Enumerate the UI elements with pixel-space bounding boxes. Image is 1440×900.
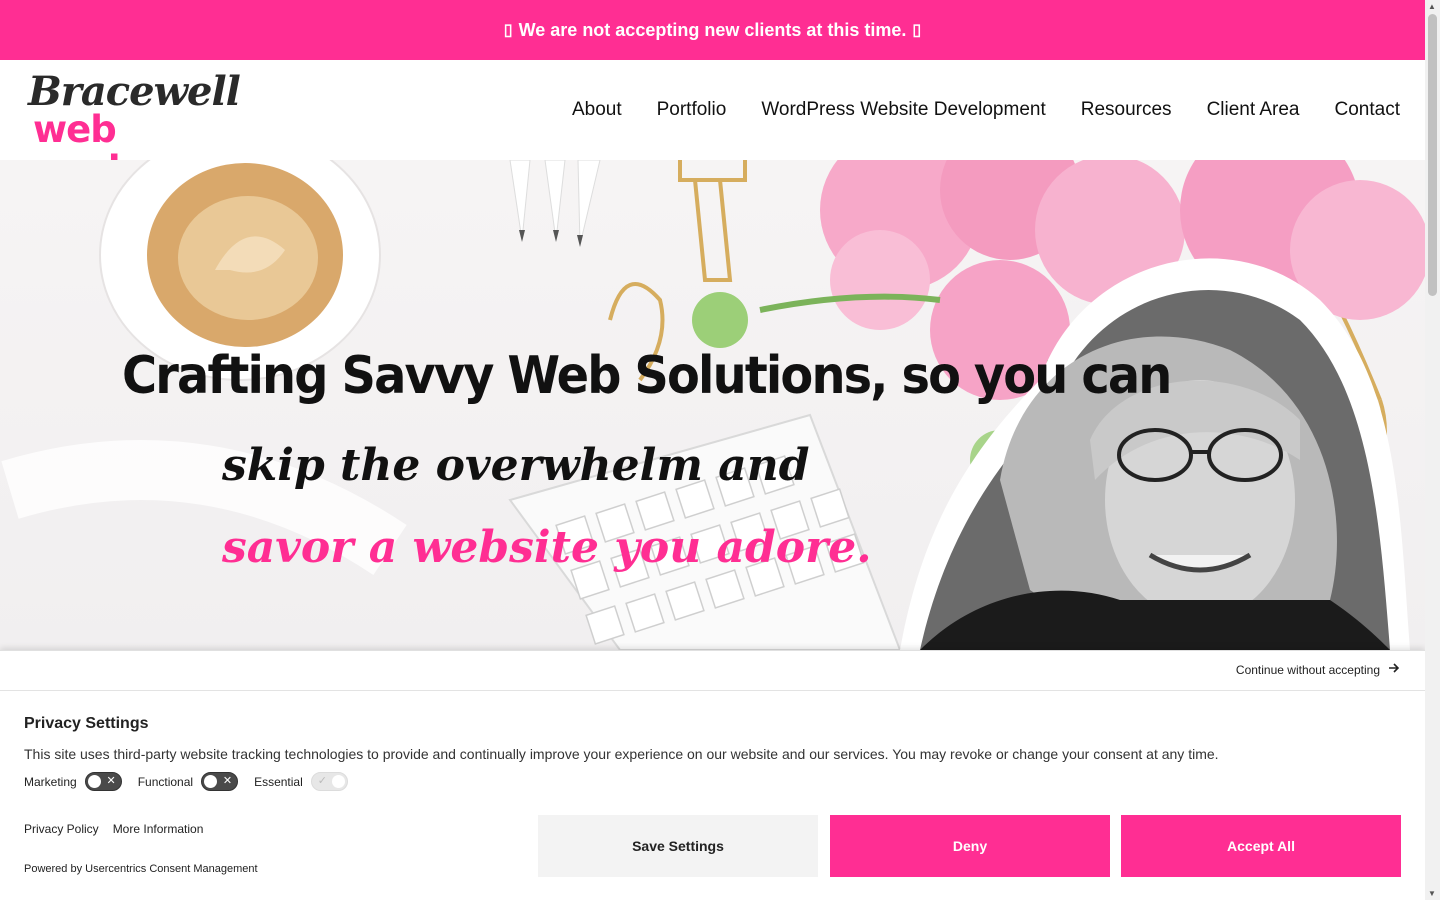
announcement-text: We are not accepting new clients at this… — [518, 19, 907, 40]
toggle-essential-label: Essential — [254, 774, 303, 789]
deny-button[interactable]: Deny — [830, 815, 1110, 877]
close-icon: ✕ — [106, 775, 116, 787]
page-scrollbar[interactable]: ▲ ▼ — [1425, 0, 1440, 900]
more-information-link[interactable]: More Information — [113, 822, 204, 836]
functional-switch[interactable]: ✕ — [201, 772, 239, 791]
nav-client-area[interactable]: Client Area — [1207, 99, 1300, 121]
nav-wordpress-development[interactable]: WordPress Website Development — [761, 99, 1045, 121]
consent-toggles: Marketing ✕ Functional ✕ Essential ✓ — [24, 772, 348, 791]
site-logo[interactable]: Bracewell web works — [28, 70, 241, 190]
pencils-illustration — [509, 160, 601, 247]
toggle-essential: Essential ✓ — [254, 772, 348, 791]
switch-knob — [331, 775, 345, 788]
announcement-left-icon: ▯ — [503, 22, 513, 39]
site-header: Bracewell web works About Portfolio Word… — [0, 60, 1425, 190]
marketing-switch[interactable]: ✕ — [84, 772, 122, 791]
nav-resources[interactable]: Resources — [1081, 99, 1172, 121]
check-icon: ✓ — [317, 775, 327, 787]
hero-subline: skip the overwhelm and — [222, 440, 810, 491]
switch-knob — [87, 775, 101, 788]
scroll-down-icon[interactable]: ▼ — [1428, 889, 1436, 898]
switch-knob — [204, 775, 218, 788]
hero-headline: Crafting Savvy Web Solutions, so you can — [122, 346, 1172, 406]
consent-links: Privacy Policy More Information — [24, 822, 203, 836]
powered-by-text: Powered by Usercentrics Consent Manageme… — [24, 863, 258, 875]
main-nav: About Portfolio WordPress Website Develo… — [572, 60, 1400, 160]
announcement-bar: ▯ We are not accepting new clients at th… — [0, 0, 1425, 60]
save-settings-button[interactable]: Save Settings — [538, 815, 818, 877]
nav-portfolio[interactable]: Portfolio — [657, 99, 727, 121]
continue-without-accepting-link[interactable]: Continue without accepting — [1236, 662, 1400, 677]
nav-about[interactable]: About — [572, 99, 622, 121]
accept-all-button[interactable]: Accept All — [1121, 815, 1401, 877]
hero-section: Crafting Savvy Web Solutions, so you can… — [0, 160, 1425, 650]
essential-switch: ✓ — [310, 772, 348, 791]
privacy-policy-link[interactable]: Privacy Policy — [24, 822, 99, 836]
nav-contact[interactable]: Contact — [1335, 99, 1400, 121]
continue-label: Continue without accepting — [1235, 662, 1380, 677]
scroll-up-icon[interactable]: ▲ — [1428, 2, 1436, 11]
consent-topbar: Continue without accepting — [0, 651, 1425, 691]
hero-tagline: savor a website you adore. — [222, 522, 872, 573]
scrollbar-thumb[interactable] — [1428, 14, 1437, 296]
toggle-functional: Functional ✕ — [137, 772, 239, 791]
consent-banner: Continue without accepting Privacy Setti… — [0, 650, 1425, 900]
toggle-marketing-label: Marketing — [24, 774, 77, 789]
close-icon: ✕ — [222, 775, 233, 787]
consent-description: This site uses third-party website track… — [24, 746, 1219, 762]
announcement-right-icon: ▯ — [912, 22, 922, 39]
consent-title: Privacy Settings — [24, 715, 149, 732]
toggle-functional-label: Functional — [137, 774, 194, 789]
arrow-right-icon — [1388, 662, 1400, 677]
toggle-marketing: Marketing ✕ — [24, 772, 122, 791]
